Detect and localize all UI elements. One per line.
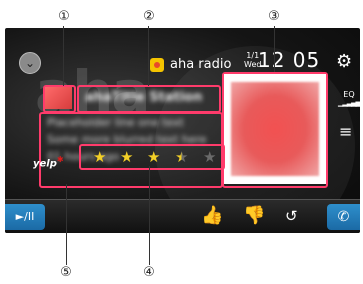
aha-logo-icon (150, 58, 164, 72)
back-button[interactable]: ⌄ (19, 52, 41, 74)
list-icon: ≡ (339, 122, 353, 141)
eq-button[interactable]: EQ ▁▂▃▄▅ (338, 90, 360, 107)
star-rating: ★ ★ ★ ★ ★ (81, 146, 223, 168)
list-button[interactable]: ≡ (339, 122, 352, 141)
eq-label: EQ (343, 90, 355, 99)
callout-1-leader (63, 26, 64, 86)
yelp-logo: yelp✱ (33, 155, 64, 170)
phone-icon: ✆ (337, 209, 350, 225)
callout-3: ③ (268, 9, 280, 24)
callout-4-leader (149, 166, 150, 265)
phone-button[interactable]: ✆ (327, 204, 360, 230)
settings-button[interactable]: ⚙ (336, 51, 352, 72)
callout-3-leader (274, 26, 275, 72)
clock: 12 05 (258, 48, 321, 72)
thumbs-up-icon[interactable]: 👍 (201, 205, 223, 226)
thumbs-down-icon[interactable]: 👎 (243, 205, 265, 226)
replay-icon[interactable]: ↺ (285, 207, 298, 225)
play-pause-button[interactable]: ►/II (5, 204, 45, 230)
rating-star[interactable]: ★ (203, 148, 216, 166)
callout-5-leader (66, 184, 67, 265)
rating-star[interactable]: ★ (93, 148, 106, 166)
bottom-control-bar: ►/II 👍 👎 ↺ ✆ (5, 199, 360, 233)
eq-bars-icon: ▁▂▃▄▅ (338, 99, 360, 107)
album-art (224, 74, 326, 184)
rating-star[interactable]: ★ (147, 148, 160, 166)
aha-radio-screen: aha ⌄ aha radio 1/1 Wed 12 05 ⚙ ahaTitle… (5, 28, 360, 233)
gear-icon: ⚙ (336, 51, 353, 72)
station-thumbnail[interactable] (45, 87, 72, 109)
brand-name: aha radio (170, 57, 232, 72)
callout-5: ⑤ (60, 265, 72, 280)
callout-1: ① (58, 9, 70, 24)
callout-2: ② (143, 9, 155, 24)
station-title: ahaTitle Station (85, 90, 203, 105)
callout-4: ④ (143, 265, 155, 280)
rating-star[interactable]: ★ (175, 148, 188, 166)
info-line: Placeholder line one text (47, 116, 184, 129)
chevron-down-icon: ⌄ (24, 56, 36, 70)
callout-2-leader (148, 26, 149, 86)
rating-star[interactable]: ★ (120, 148, 133, 166)
